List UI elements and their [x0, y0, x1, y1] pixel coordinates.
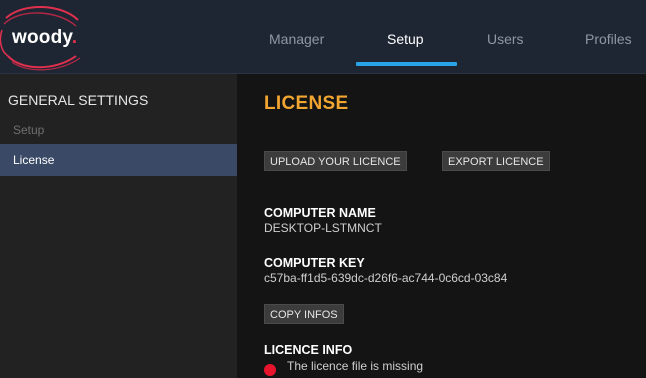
computer-key-heading: COMPUTER KEY	[264, 256, 365, 270]
licence-info-heading: LICENCE INFO	[264, 343, 353, 357]
export-licence-button[interactable]: EXPORT LICENCE	[442, 151, 550, 171]
page-title: LICENSE	[264, 93, 349, 114]
computer-key-value: c57ba-ff1d5-639dc-d26f6-ac744-0c6cd-03c8…	[264, 271, 508, 285]
upload-licence-button[interactable]: UPLOAD YOUR LICENCE	[264, 151, 407, 171]
sidebar-item-license[interactable]: License	[0, 144, 237, 176]
sidebar: GENERAL SETTINGS Setup License	[0, 74, 237, 378]
sidebar-item-setup[interactable]: Setup	[0, 114, 237, 146]
license-panel: LICENSE UPLOAD YOUR LICENCE EXPORT LICEN…	[237, 74, 646, 378]
woody-logo[interactable]: woody.	[0, 0, 96, 73]
active-tab-indicator	[356, 62, 457, 66]
computer-name-heading: COMPUTER NAME	[264, 206, 376, 220]
top-navigation-bar: woody. Manager Setup Users Profiles	[0, 0, 646, 74]
tab-manager[interactable]: Manager	[269, 31, 324, 47]
logo-text: woody.	[12, 27, 78, 48]
red-dot-icon	[264, 364, 276, 376]
tab-setup[interactable]: Setup	[387, 31, 424, 47]
sidebar-section-title: GENERAL SETTINGS	[8, 92, 149, 108]
computer-name-value: DESKTOP-LSTMNCT	[264, 221, 382, 235]
copy-infos-button[interactable]: COPY INFOS	[264, 304, 344, 324]
tab-profiles[interactable]: Profiles	[585, 31, 632, 47]
tab-users[interactable]: Users	[487, 31, 524, 47]
licence-status-text: The licence file is missing	[287, 359, 424, 373]
